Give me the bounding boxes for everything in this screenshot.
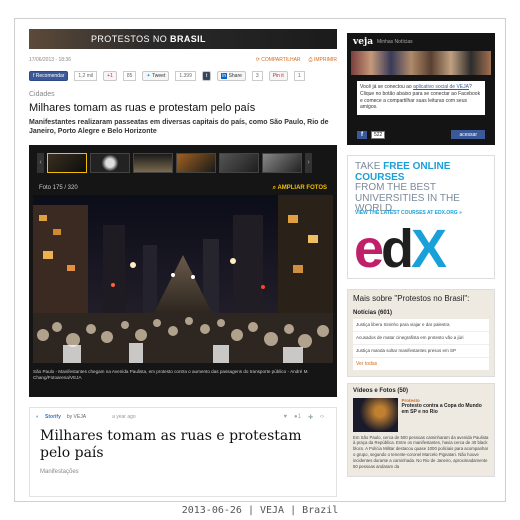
main-column: PROTESTOS NO BRASIL 17/06/2013 - 18:36 ⟳…: [29, 29, 337, 497]
enlarge-photos-button[interactable]: ⌕ AMPLIAR FOTOS: [273, 185, 327, 192]
gallery-main-photo[interactable]: [33, 194, 333, 363]
storify-embed: ◐ Storify by VEJA a year ago ♥ ●1 ✚ ‹› M…: [29, 406, 337, 497]
pinterest-count: 1: [293, 71, 305, 81]
more-about-title: Mais sobre "Protestos no Brasil":: [353, 294, 470, 303]
veja-social-footer: f 522 acessar: [357, 130, 485, 139]
storify-category: Manifestações: [40, 468, 79, 475]
gallery-thumbnails: ‹ ›: [37, 151, 329, 175]
news-item[interactable]: Justiça libera Sininho para viajar e dar…: [353, 319, 489, 332]
ad-link[interactable]: VIEW THE LATEST COURSES AT EDX.ORG »: [355, 210, 462, 217]
article-section[interactable]: Cidades: [29, 91, 337, 98]
video-item[interactable]: Protesto Protesto contra a Copa do Mundo…: [353, 397, 490, 432]
gallery-thumbnail[interactable]: [90, 152, 130, 173]
edx-logo: edX: [354, 219, 447, 279]
storify-time: a year ago: [112, 413, 136, 420]
embed-icon[interactable]: ‹›: [320, 414, 324, 421]
article-title: Milhares tomam as ruas e protestam pelo …: [29, 102, 256, 114]
news-item[interactable]: Acusados de matar cinegrafista em protes…: [353, 332, 489, 345]
sidebar: veja Minhas Notícias Você já se conectou…: [347, 33, 495, 477]
image-caption: 2013-06-26 | VEJA | Brazil: [181, 505, 339, 516]
veja-social-message: Você já se conectou ao aplicativo social…: [357, 81, 485, 115]
edx-advertisement[interactable]: TAKE FREE ONLINE COURSES FROM THE BEST U…: [347, 155, 495, 279]
banner-title: PROTESTOS NO BRASIL: [91, 34, 206, 44]
more-about-box: Mais sobre "Protestos no Brasil": Notíci…: [347, 289, 495, 377]
gplus-count: 85: [122, 71, 137, 81]
article-subtitle: Manifestantes realizaram passeatas em di…: [29, 119, 329, 135]
share-icon[interactable]: ✚: [308, 414, 313, 421]
gallery-thumbnail[interactable]: [176, 152, 216, 173]
linkedin-icon: in: [221, 73, 228, 79]
linkedin-count: 3: [251, 71, 263, 81]
page-frame: PROTESTOS NO BRASIL 17/06/2013 - 18:36 ⟳…: [14, 18, 506, 502]
article-date: 17/06/2013 - 18:36: [29, 57, 71, 63]
access-button[interactable]: acessar: [451, 130, 485, 139]
gplus-button[interactable]: +1: [103, 71, 117, 81]
tweet-count: 1.399: [175, 71, 196, 81]
pinterest-button[interactable]: Pin it: [268, 71, 288, 81]
storify-author[interactable]: by VEJA: [67, 414, 86, 420]
videos-photos-box: Vídeos e Fotos (50) Protesto Protesto co…: [347, 382, 495, 477]
videos-heading: Vídeos e Fotos (50): [353, 387, 409, 394]
comment-icon[interactable]: ●1: [294, 414, 301, 421]
news-list: Justiça libera Sininho para viajar e dar…: [353, 319, 489, 370]
friends-faces-strip: [351, 51, 491, 75]
gallery-thumbnail[interactable]: [133, 152, 173, 173]
tweet-button[interactable]: ✦ Tweet: [142, 71, 170, 81]
linkedin-share-button[interactable]: in Share: [217, 71, 246, 81]
veja-logo: veja: [353, 37, 374, 47]
video-description: Em São Paulo, cerca de 500 pessoas camin…: [353, 434, 489, 469]
storify-actions: ♥ ●1 ✚ ‹›: [283, 414, 324, 421]
photo-counter: Foto 175 / 320: [39, 184, 78, 191]
see-all-news-link[interactable]: Ver todas: [353, 358, 489, 370]
gallery-thumbnail[interactable]: [219, 152, 259, 173]
veja-social-header: veja Minhas Notícias: [347, 33, 495, 51]
tumblr-button[interactable]: t: [201, 71, 212, 81]
share-link[interactable]: ⟳ COMPARTILHAR: [256, 57, 301, 63]
protest-photo: [33, 194, 333, 363]
photo-caption: São Paulo - Manifestantes chegam na Aven…: [33, 368, 309, 380]
news-heading: Notícias (601): [353, 310, 393, 316]
gallery-thumbnail[interactable]: [47, 152, 87, 173]
storify-logo-icon: ◐: [36, 413, 40, 420]
storify-brand[interactable]: Storify: [45, 414, 61, 420]
gallery-prev-arrow-icon[interactable]: ‹: [37, 152, 44, 173]
heart-icon[interactable]: ♥: [283, 414, 287, 421]
storify-title[interactable]: Milhares tomam as ruas e protestam pelo …: [30, 420, 336, 463]
article-meta: 17/06/2013 - 18:36 ⟳ COMPARTILHAR ⎙ IMPR…: [29, 57, 337, 63]
facebook-connections-count: 522: [371, 130, 386, 139]
facebook-recommend-button[interactable]: f Recomendar: [29, 71, 69, 81]
print-link[interactable]: ⎙ IMPRIMIR: [309, 57, 337, 63]
video-info: Protesto Protesto contra a Copa do Mundo…: [402, 398, 490, 432]
facebook-count: 1,2 mil: [74, 71, 98, 81]
facebook-icon: f: [357, 130, 367, 139]
section-banner: PROTESTOS NO BRASIL: [29, 29, 337, 49]
gallery-thumbnail[interactable]: [262, 152, 302, 173]
article-actions: ⟳ COMPARTILHAR ⎙ IMPRIMIR: [256, 57, 337, 63]
news-item[interactable]: Justiça manda soltar manifestantes preso…: [353, 345, 489, 358]
gallery-next-arrow-icon[interactable]: ›: [305, 152, 312, 173]
veja-app-link[interactable]: aplicativo social de VEJA: [413, 84, 469, 90]
video-thumbnail[interactable]: [353, 397, 398, 432]
veja-social-subtitle: Minhas Notícias: [377, 39, 413, 45]
photo-gallery: ‹ › Foto 175 / 320 ⌕ AMPLIAR FOTOS São P…: [29, 144, 337, 397]
share-bar: f Recomendar 1,2 mil +1 85 ✦ Tweet 1.399…: [29, 71, 337, 81]
video-headline[interactable]: Protesto contra a Copa do Mundo em SP e …: [402, 403, 490, 415]
veja-social-box: veja Minhas Notícias Você já se conectou…: [347, 33, 495, 145]
